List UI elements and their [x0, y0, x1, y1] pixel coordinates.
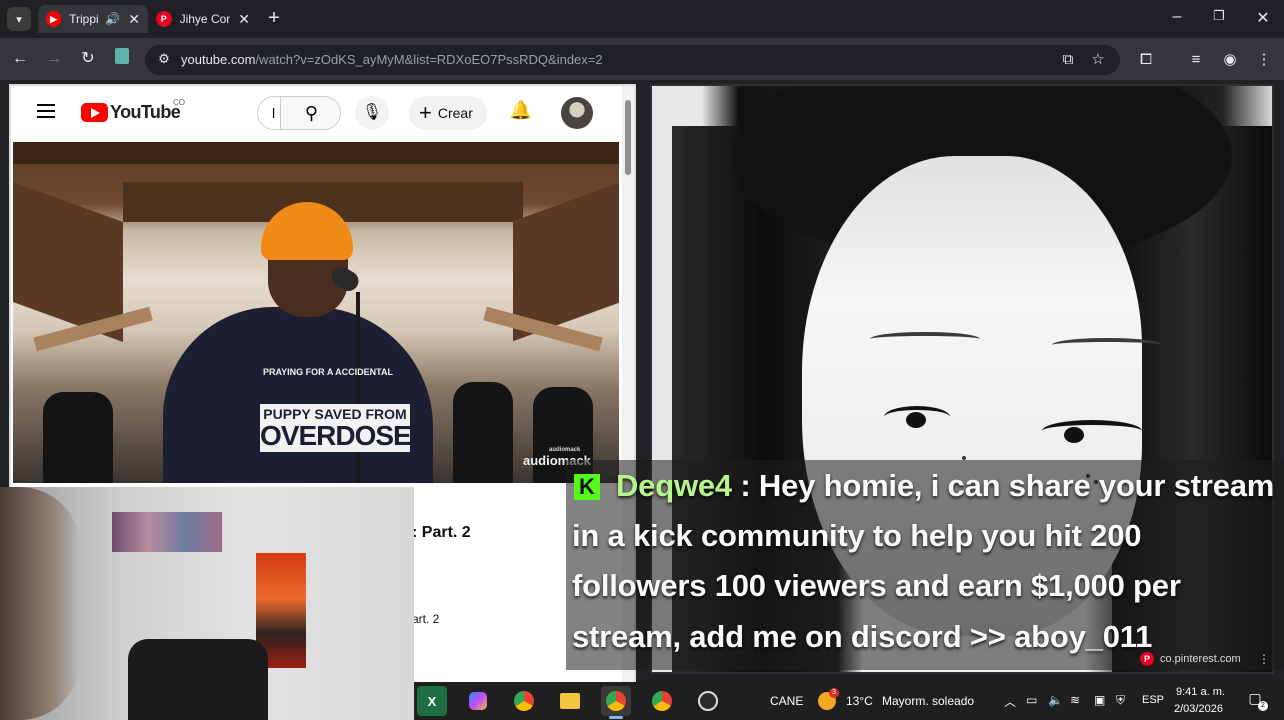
close-tab-icon[interactable]: ✕	[128, 11, 140, 28]
more-menu-icon[interactable]: ⋮	[1252, 48, 1276, 72]
tab-title: Trippi	[69, 12, 99, 26]
wifi-icon[interactable]: ≋	[1070, 693, 1080, 707]
chevron-up-icon[interactable]: ︿	[1004, 693, 1016, 710]
video-player[interactable]: PRAYING FOR A ACCIDENTAL PUPPY SAVED FRO…	[13, 142, 619, 483]
chrome-icon[interactable]	[647, 686, 677, 716]
scrollbar-thumb[interactable]	[625, 100, 631, 175]
volume-icon[interactable]: 🔈	[1048, 693, 1063, 707]
extensions-puzzle-icon[interactable]: ⧠	[1134, 48, 1158, 72]
search-icon: ⚲	[304, 103, 319, 123]
browser-tab-strip: ▾ ▶ Trippi 🔊 ✕ P Jihye Con ✕ + – ❐ ✕	[0, 0, 1284, 38]
url-text[interactable]: youtube.com/watch?v=zOdKS_ayMyM&list=RDX…	[181, 52, 603, 67]
excel-icon[interactable]: X	[417, 686, 447, 716]
chrome-icon[interactable]	[601, 686, 631, 716]
weather-badge: 3	[829, 688, 839, 698]
country-code: CO	[173, 98, 185, 107]
bookmark-star-icon[interactable]: ☆	[1086, 48, 1110, 72]
create-button[interactable]: + Crear	[409, 96, 487, 130]
avatar[interactable]	[561, 97, 593, 129]
webcam-overlay	[0, 487, 414, 720]
playlist-item-title[interactable]: art. 2	[412, 612, 439, 626]
minimize-button[interactable]: –	[1162, 8, 1192, 26]
close-window-button[interactable]: ✕	[1248, 8, 1278, 28]
extension-sidebar-icon[interactable]	[110, 48, 134, 70]
active-app-indicator	[609, 716, 623, 719]
speaker-icon[interactable]: 🔊	[105, 12, 120, 26]
more-options-icon[interactable]: ⋮	[1258, 652, 1270, 666]
youtube-icon: ▶	[46, 11, 62, 27]
new-tab-button[interactable]: +	[264, 8, 284, 29]
close-tab-icon[interactable]: ✕	[238, 11, 250, 28]
notification-badge: 2	[1258, 701, 1268, 711]
chat-message-line: followers 100 viewers and earn $1,000 pe…	[572, 568, 1181, 603]
performer	[163, 307, 433, 483]
network-icon[interactable]: ▭	[1026, 693, 1037, 707]
chat-message-line: in a kick community to help you hit 200	[572, 518, 1142, 553]
weather-temp[interactable]: 13°C	[846, 694, 873, 708]
chevron-down-icon: ▾	[16, 13, 22, 26]
weather-description[interactable]: Mayorm. soleado	[882, 694, 974, 708]
clock-time[interactable]: 9:41 a. m.	[1176, 686, 1225, 698]
wall-painting	[112, 512, 222, 552]
tab-title: Jihye Con	[179, 12, 231, 26]
notifications-bell-icon[interactable]: 🔔	[509, 100, 533, 126]
chat-username: Deqwe4	[616, 468, 732, 503]
tab-youtube[interactable]: ▶ Trippi 🔊 ✕	[38, 5, 148, 33]
profile-icon[interactable]: ◉	[1218, 48, 1242, 72]
search-button[interactable]: ⚲	[280, 97, 340, 129]
back-button[interactable]: ←	[8, 48, 32, 70]
pinterest-icon: P	[156, 11, 172, 27]
chat-message-line: Deqwe4 : Hey homie, i can share your str…	[616, 468, 1275, 503]
file-explorer-icon[interactable]	[555, 686, 585, 716]
tab-pinterest[interactable]: P Jihye Con ✕	[148, 5, 258, 33]
plus-icon: +	[419, 100, 432, 125]
tab-search-button[interactable]: ▾	[7, 7, 31, 31]
install-app-icon[interactable]: ⧉	[1056, 48, 1080, 72]
hoodie-small-text: PRAYING FOR A ACCIDENTAL	[263, 367, 394, 377]
hoodie-print: PUPPY SAVED FROM OVERDOSE	[260, 404, 412, 452]
search-input[interactable]	[258, 97, 282, 129]
youtube-logo[interactable]: YouTube	[81, 102, 181, 123]
youtube-play-icon	[81, 103, 108, 122]
menu-icon[interactable]	[37, 104, 55, 118]
media-controls-icon[interactable]: ≡	[1184, 48, 1208, 72]
streamer-arm	[0, 487, 80, 720]
youtube-header: YouTube CO ⚲ 🎙 +Crear 🔔	[11, 86, 631, 140]
forward-button[interactable]: →	[42, 48, 66, 70]
voice-search-button[interactable]: 🎙	[355, 96, 389, 130]
search-box: ⚲	[257, 96, 341, 130]
display-icon[interactable]: ▣	[1094, 693, 1105, 707]
site-info-icon[interactable]: ⚙	[155, 51, 173, 69]
security-shield-icon[interactable]: ⛨	[1116, 693, 1125, 708]
restore-button[interactable]: ❐	[1204, 8, 1234, 24]
microphone-icon: 🎙	[361, 104, 383, 121]
reload-button[interactable]: ↻	[76, 48, 100, 70]
language-indicator[interactable]: ESP	[1142, 694, 1164, 706]
video-title[interactable]: : Part. 2	[412, 524, 471, 542]
clock-date[interactable]: 2/03/2026	[1174, 703, 1223, 715]
pinterest-icon: P	[1140, 652, 1154, 666]
chat-message-line: stream, add me on discord >> aboy_011	[572, 619, 1153, 654]
copilot-icon[interactable]	[463, 686, 493, 716]
tray-label[interactable]: CANE	[770, 694, 803, 708]
pinterest-source-link[interactable]: Pco.pinterest.com	[1140, 652, 1241, 666]
chair	[128, 639, 268, 720]
chrome-icon[interactable]	[509, 686, 539, 716]
obs-icon[interactable]	[693, 686, 723, 716]
kick-icon: K	[574, 474, 600, 500]
